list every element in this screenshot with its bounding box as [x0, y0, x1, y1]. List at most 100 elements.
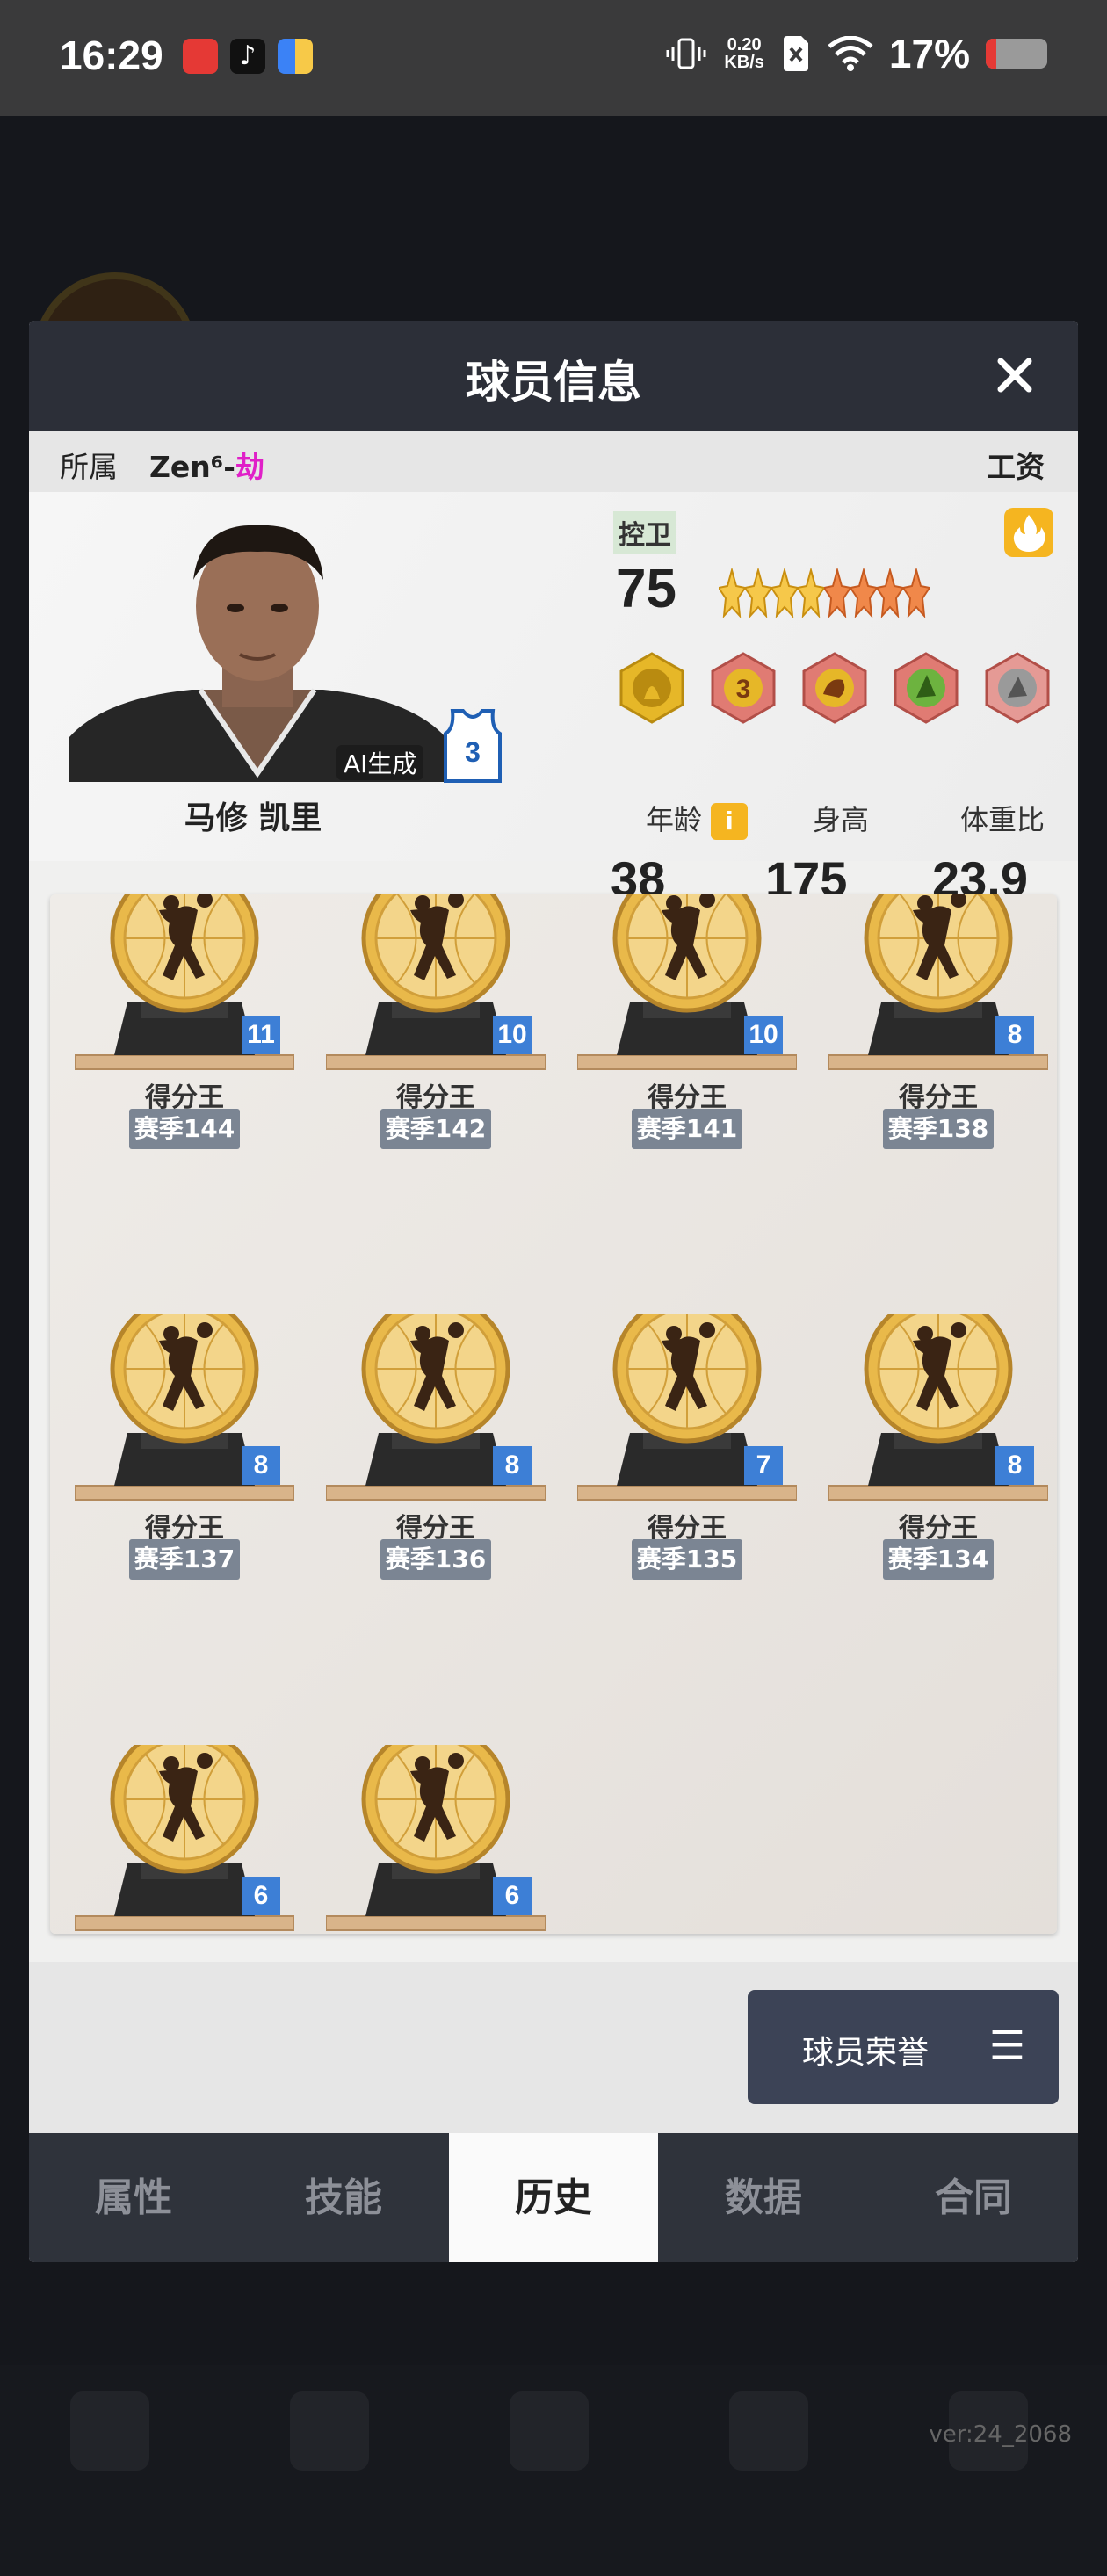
battery-percent: 17%	[888, 31, 970, 76]
age-label-wrap: 年龄 i	[646, 798, 749, 840]
tiktok-app-icon: ♪	[230, 39, 265, 74]
player-rating: 75	[616, 559, 676, 619]
modal-header: 球员信息	[29, 321, 1078, 431]
no-sim-icon	[783, 36, 808, 71]
trophy-count: 10	[493, 1016, 532, 1054]
status-right: 0.20 KB/s 17%	[664, 30, 1047, 77]
star-icon	[745, 568, 771, 618]
status-time: 16:29	[60, 33, 163, 78]
trophy-season: 赛季144	[129, 1109, 240, 1149]
vibrate-icon	[666, 38, 706, 69]
star-icon	[824, 568, 850, 618]
trophy-count: 8	[493, 1446, 532, 1485]
weight-label: 体重比	[960, 803, 1046, 836]
owner-team-suffix: 劫	[235, 450, 264, 484]
badge-three-label: 3	[736, 675, 751, 704]
salary-label[interactable]: 工资	[987, 444, 1045, 486]
player-honor-button[interactable]: 球员荣誉 ☰	[748, 1990, 1059, 2104]
trophy-count: 11	[242, 1016, 280, 1054]
player-portrait: AI生成	[69, 510, 446, 782]
trophy-count: 8	[995, 1446, 1034, 1485]
tab-skills[interactable]: 技能	[239, 2133, 448, 2262]
trophy-count: 8	[242, 1446, 280, 1485]
owner-label: 所属	[60, 450, 118, 484]
bg-tab-icon	[510, 2391, 589, 2471]
jersey-icon: 3	[442, 707, 503, 783]
close-button[interactable]	[987, 347, 1043, 403]
trophy-count: 10	[744, 1016, 783, 1054]
trophy-season: 赛季141	[632, 1109, 742, 1149]
bg-tab-icon	[290, 2391, 369, 2471]
net-speed-value: 0.20	[727, 35, 762, 54]
trophy-item[interactable]: 6	[326, 1745, 546, 1934]
player-name: 马修 凯里	[184, 800, 322, 836]
star-icon	[798, 568, 824, 618]
trophy-item[interactable]: 8 得分王 赛季137	[75, 1314, 294, 1613]
modal-title: 球员信息	[466, 357, 641, 408]
player-honor-label: 球员荣誉	[802, 2035, 930, 2071]
badge-three-point-icon[interactable]: 3	[707, 652, 779, 724]
menu-icon: ☰	[988, 2022, 1025, 2069]
badge-rebound-icon[interactable]	[890, 652, 962, 724]
trophy-item[interactable]: 6	[75, 1745, 294, 1934]
player-info-modal: 球员信息 所属 Zen⁶-劫 工资 AI生成 3 马修 凯里 控卫 75 3 年…	[29, 321, 1078, 2262]
owner-team[interactable]: Zen⁶-劫	[149, 444, 264, 486]
trophy-item[interactable]: 8 得分王 赛季138	[828, 894, 1048, 1183]
trophy-item[interactable]: 10 得分王 赛季142	[326, 894, 546, 1183]
news-app-icon	[183, 39, 218, 74]
trophy-season: 赛季135	[632, 1539, 742, 1580]
bottom-tabbar: 属性 技能 历史 数据 合同	[29, 2133, 1078, 2262]
trophy-season: 赛季142	[380, 1109, 491, 1149]
trophy-item[interactable]: 8 得分王 赛季136	[326, 1314, 546, 1613]
badge-defense-icon[interactable]	[616, 652, 688, 724]
tab-data[interactable]: 数据	[659, 2133, 868, 2262]
trophy-season: 赛季138	[883, 1109, 994, 1149]
star-icon	[903, 568, 930, 618]
trophy-season: 赛季134	[883, 1539, 994, 1580]
version-text: ver:24_2068	[929, 2421, 1072, 2448]
badge-strength-icon[interactable]	[799, 652, 871, 724]
net-speed-unit: KB/s	[724, 53, 764, 72]
position-badge: 控卫	[613, 511, 676, 554]
trophy-count: 6	[493, 1877, 532, 1915]
trophy-item[interactable]: 11 得分王 赛季144	[75, 894, 294, 1183]
bg-tab-icon	[70, 2391, 149, 2471]
age-label: 年龄	[646, 803, 703, 836]
battery-icon	[986, 39, 1047, 69]
net-speed: 0.20 KB/s	[724, 36, 764, 71]
star-icon	[719, 568, 745, 618]
trophy-season: 赛季137	[129, 1539, 240, 1580]
tab-contract[interactable]: 合同	[869, 2133, 1078, 2262]
trophy-count: 6	[242, 1877, 280, 1915]
battery-fill	[986, 39, 996, 69]
star-icon	[850, 568, 877, 618]
close-icon	[997, 358, 1032, 393]
fire-button[interactable]	[1004, 508, 1053, 557]
owner-team-prefix: Zen⁶-	[149, 450, 235, 484]
player-section: AI生成 3 马修 凯里 控卫 75 3 年龄 i 身高 体重比 38 175 …	[29, 492, 1078, 907]
notification-icons: ♪	[183, 39, 313, 74]
star-rating	[719, 568, 930, 618]
info-icon[interactable]: i	[711, 803, 749, 840]
owner-row: 所属 Zen⁶-劫 工资	[29, 431, 1078, 492]
tab-history[interactable]: 历史	[449, 2133, 658, 2262]
star-icon	[877, 568, 903, 618]
badge-locked-icon[interactable]	[981, 652, 1053, 724]
height-label: 身高	[813, 803, 870, 836]
trophy-item[interactable]: 10 得分王 赛季141	[577, 894, 797, 1183]
trophy-item[interactable]: 8 得分王 赛季134	[828, 1314, 1048, 1613]
star-icon	[771, 568, 798, 618]
doc-app-icon	[278, 39, 313, 74]
bg-tab-icon	[729, 2391, 808, 2471]
player-portrait-image	[69, 525, 446, 782]
trophy-season: 赛季136	[380, 1539, 491, 1580]
skill-badges: 3	[616, 652, 1053, 724]
wifi-icon	[828, 36, 873, 71]
tab-attributes[interactable]: 属性	[29, 2133, 238, 2262]
status-bar: 16:29 ♪ 0.20 KB/s 17%	[0, 0, 1107, 116]
trophy-item[interactable]: 7 得分王 赛季135	[577, 1314, 797, 1613]
trophy-count: 7	[744, 1446, 783, 1485]
fire-icon	[1013, 515, 1046, 552]
trophy-count: 8	[995, 1016, 1034, 1054]
jersey-number: 3	[465, 736, 481, 768]
